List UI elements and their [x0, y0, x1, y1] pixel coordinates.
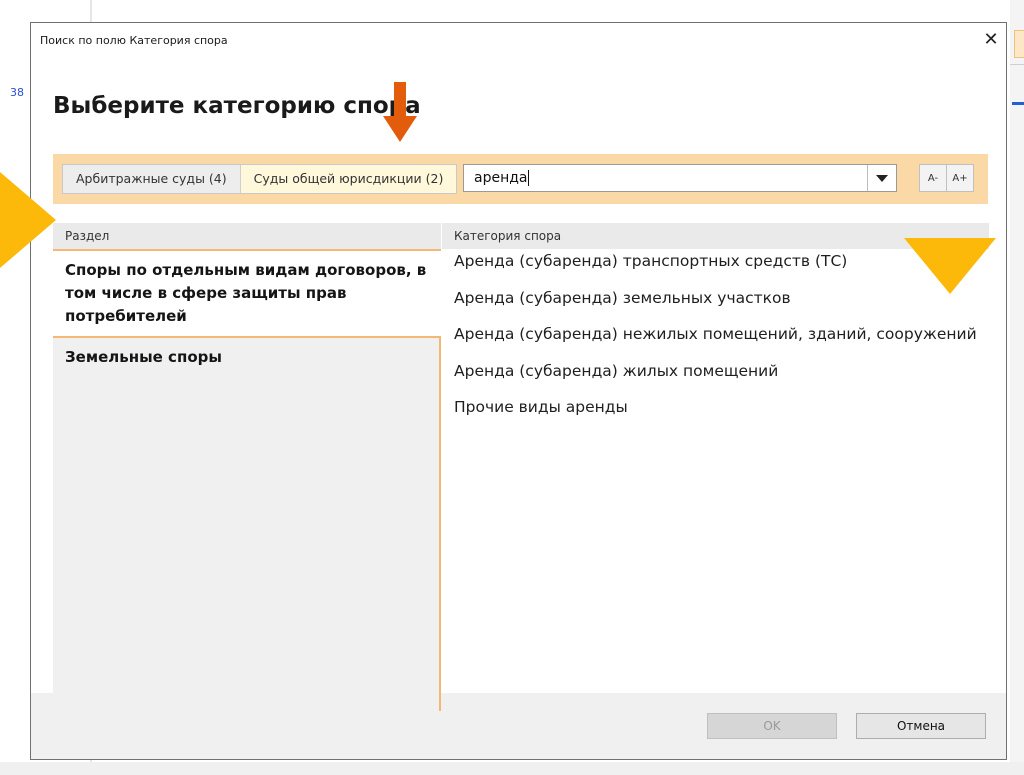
tab-arbitration-courts[interactable]: Арбитражные суды (4)	[63, 165, 241, 193]
background-bottom-strip	[0, 762, 1024, 775]
close-icon: ✕	[983, 28, 999, 50]
close-button[interactable]: ✕	[976, 23, 1006, 55]
search-combobox[interactable]: аренда	[463, 164, 897, 192]
search-input[interactable]: аренда	[474, 165, 528, 191]
annotation-arrow-down-icon	[394, 82, 406, 118]
background-divider-line	[1010, 64, 1024, 65]
background-highlight	[1014, 30, 1024, 58]
dialog-titlebar: Поиск по полю Категория спора ✕	[31, 23, 1006, 57]
annotation-arrow-right-icon	[0, 172, 56, 268]
annotation-arrow-head-icon	[383, 116, 417, 142]
dialog-title: Поиск по полю Категория спора	[40, 34, 228, 47]
category-search-dialog: Поиск по полю Категория спора ✕ Выберите…	[30, 22, 1007, 760]
section-list: Споры по отдельным видам договоров, в то…	[53, 249, 441, 711]
page-title: Выберите категорию спора	[53, 93, 421, 119]
font-decrease-button[interactable]: A-	[919, 164, 947, 192]
section-column-header: Раздел	[53, 223, 441, 249]
background-link[interactable]: 38	[10, 86, 24, 99]
dropdown-button[interactable]	[867, 165, 896, 191]
font-increase-button[interactable]: A+	[947, 164, 974, 192]
filter-toolbar: Арбитражные суды (4) Суды общей юрисдикц…	[53, 154, 988, 204]
category-item[interactable]: Аренда (субаренда) нежилых помещений, зд…	[442, 322, 989, 359]
annotation-triangle-down-icon	[904, 238, 996, 294]
font-size-controls: A- A+	[919, 164, 974, 192]
category-list: Аренда (субаренда) транспортных средств …	[442, 249, 989, 711]
chevron-down-icon	[876, 174, 888, 182]
dialog-content: Выберите категорию спора Арбитражные суд…	[31, 57, 1006, 711]
tab-general-courts[interactable]: Суды общей юрисдикции (2)	[240, 165, 457, 193]
section-item-contracts[interactable]: Споры по отдельным видам договоров, в то…	[53, 249, 441, 338]
court-type-tabs: Арбитражные суды (4) Суды общей юрисдикц…	[62, 164, 458, 194]
background-accent	[1012, 102, 1024, 105]
section-item-land[interactable]: Земельные споры	[53, 338, 439, 377]
text-cursor	[528, 170, 529, 186]
ok-button[interactable]: OK	[707, 713, 837, 739]
background-right-pane	[1010, 0, 1024, 775]
category-item[interactable]: Аренда (субаренда) жилых помещений	[442, 359, 989, 396]
category-item[interactable]: Прочие виды аренды	[442, 395, 989, 432]
cancel-button[interactable]: Отмена	[856, 713, 986, 739]
